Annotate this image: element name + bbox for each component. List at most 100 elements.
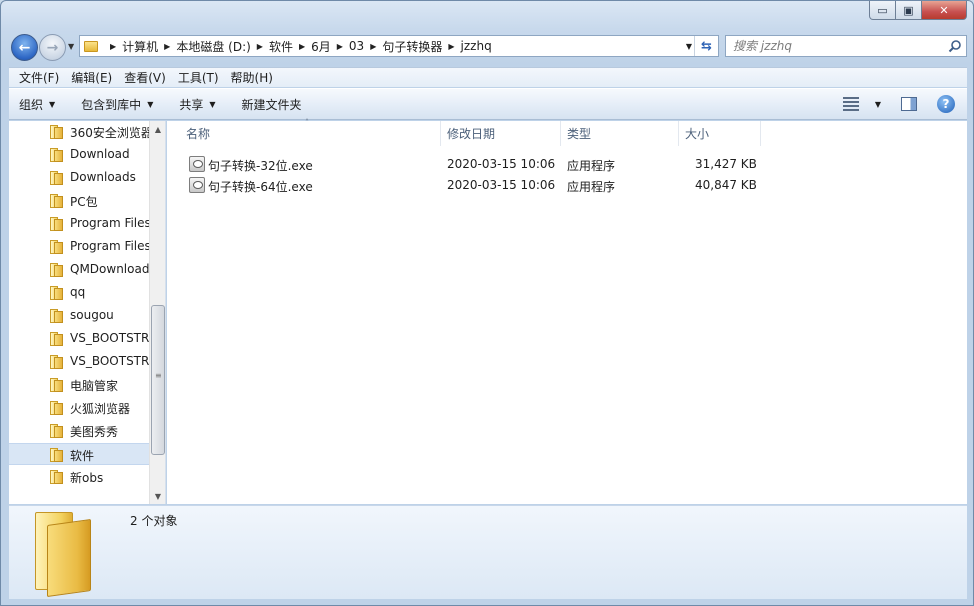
tree-item[interactable]: 新obs (9, 466, 149, 488)
recent-pages-dropdown[interactable]: ▼ (68, 42, 74, 51)
include-in-library-button[interactable]: 包含到库中 ▼ (81, 96, 153, 113)
refresh-icon[interactable]: ⇆ (694, 36, 718, 56)
minimize-button[interactable]: ▭ (869, 1, 896, 20)
folder-icon (50, 148, 63, 162)
tree-item[interactable]: Program Files (9, 213, 149, 235)
breadcrumb-drive-d[interactable]: 本地磁盘 (D:) (176, 38, 250, 55)
menu-tools[interactable]: 工具(T) (172, 69, 225, 86)
chevron-right-icon[interactable]: ▶ (337, 42, 343, 51)
tree-item[interactable]: 美图秀秀 (9, 420, 149, 442)
folder-icon (50, 125, 63, 139)
details-pane: 2 个对象 (9, 505, 967, 599)
explorer-window: ▭ ▣ ✕ ← → ▼ ▶ 计算机 ▶ 本地磁盘 (D:) ▶ 软件 ▶ 6月 … (0, 0, 974, 606)
file-name: 句子转换-64位.exe (208, 180, 313, 194)
file-type: 应用程序 (567, 159, 616, 173)
column-name[interactable]: 名称 ˄ (167, 118, 441, 146)
column-size[interactable]: 大小 (679, 121, 761, 146)
tree-item-label: Download (70, 147, 130, 161)
menu-view[interactable]: 查看(V) (118, 69, 172, 86)
back-button[interactable]: ← (11, 34, 38, 61)
menu-bar: 文件(F) 编辑(E) 查看(V) 工具(T) 帮助(H) (9, 67, 967, 87)
help-icon[interactable]: ? (937, 95, 955, 113)
folder-icon (50, 332, 63, 346)
file-size: 40,847 KB (695, 178, 757, 192)
menu-edit[interactable]: 编辑(E) (65, 69, 118, 86)
maximize-button[interactable]: ▣ (896, 1, 922, 20)
tree-scrollbar[interactable]: ▲ ≡ ▼ (149, 121, 165, 504)
tree-item-selected[interactable]: 软件 (9, 443, 149, 465)
breadcrumb-converter[interactable]: 句子转换器 (382, 38, 442, 55)
sort-ascending-icon: ˄ (305, 118, 309, 127)
file-row[interactable]: 句子转换-64位.exe 2020-03-15 10:06 应用程序 40,84… (185, 175, 785, 196)
scrollbar-thumb[interactable]: ≡ (151, 305, 165, 455)
tree-item[interactable]: VS_BOOTSTRAPPER (9, 328, 149, 350)
file-list: 名称 ˄ 修改日期 类型 大小 句子转换-32位.exe 2020-03-15 … (167, 118, 967, 504)
organize-button[interactable]: 组织 ▼ (19, 96, 55, 113)
menu-help[interactable]: 帮助(H) (225, 69, 279, 86)
title-buttons: ▭ ▣ ✕ (869, 1, 967, 20)
column-modified[interactable]: 修改日期 (441, 121, 561, 146)
breadcrumb-june[interactable]: 6月 (311, 38, 331, 55)
folder-icon (50, 240, 63, 254)
close-button[interactable]: ✕ (922, 1, 967, 20)
new-folder-button[interactable]: 新建文件夹 (242, 96, 302, 113)
breadcrumb-computer[interactable]: 计算机 (122, 38, 158, 55)
search-box[interactable] (725, 35, 967, 57)
navigation-bar: ← → ▼ ▶ 计算机 ▶ 本地磁盘 (D:) ▶ 软件 ▶ 6月 ▶ 03 ▶… (9, 32, 967, 62)
file-row[interactable]: 句子转换-32位.exe 2020-03-15 10:06 应用程序 31,42… (185, 154, 785, 175)
change-view-button[interactable]: ▼ (842, 97, 881, 111)
chevron-right-icon[interactable]: ▶ (110, 42, 116, 51)
tree-item[interactable]: 火狐浏览器 (9, 397, 149, 419)
tree-item-label: 电脑管家 (70, 379, 119, 393)
chevron-right-icon[interactable]: ▶ (448, 42, 454, 51)
column-type[interactable]: 类型 (561, 121, 679, 146)
address-history-dropdown[interactable]: ▼ (686, 42, 692, 51)
chevron-right-icon[interactable]: ▶ (164, 42, 170, 51)
tree-item-label: PC包 (70, 195, 98, 209)
search-icon[interactable] (948, 39, 962, 53)
view-controls: ▼ ? (842, 95, 955, 113)
chevron-right-icon[interactable]: ▶ (370, 42, 376, 51)
tree-item[interactable]: Downloads (9, 167, 149, 189)
forward-button[interactable]: → (39, 34, 66, 61)
chevron-right-icon[interactable]: ▶ (257, 42, 263, 51)
search-input[interactable] (733, 39, 943, 53)
breadcrumb-jzzhq[interactable]: jzzhq (461, 39, 492, 53)
tree-item-label: 美图秀秀 (70, 425, 119, 439)
command-bar: 组织 ▼ 包含到库中 ▼ 共享 ▼ 新建文件夹 ▼ ? (9, 88, 967, 120)
scroll-down-icon[interactable]: ▼ (150, 488, 165, 504)
tree-item-label: 新obs (70, 471, 104, 485)
folder-icon (50, 378, 63, 392)
folder-icon (50, 286, 63, 300)
folder-icon (50, 171, 63, 185)
address-bar[interactable]: ▶ 计算机 ▶ 本地磁盘 (D:) ▶ 软件 ▶ 6月 ▶ 03 ▶ 句子转换器… (79, 35, 719, 57)
chevron-down-icon: ▼ (49, 99, 56, 109)
tree-item[interactable]: VS_BOOTSTRAPPER (9, 351, 149, 373)
tree-item[interactable]: 360安全浏览器 (9, 121, 149, 143)
preview-pane-icon[interactable] (901, 97, 917, 111)
tree-item[interactable]: PC包 (9, 190, 149, 212)
column-headers: 名称 ˄ 修改日期 类型 大小 (167, 118, 761, 146)
share-button[interactable]: 共享 ▼ (179, 96, 215, 113)
tree-item[interactable]: Program Files (9, 236, 149, 258)
folder-icon (50, 194, 63, 208)
tree-item-label: 火狐浏览器 (70, 402, 131, 416)
share-label: 共享 (179, 97, 204, 112)
menu-file[interactable]: 文件(F) (13, 69, 65, 86)
tree-item[interactable]: 电脑管家 (9, 374, 149, 396)
breadcrumb-03[interactable]: 03 (349, 39, 364, 53)
tree-item-label: qq (70, 285, 86, 299)
tree-item[interactable]: QMDownload (9, 259, 149, 281)
tree-item[interactable]: qq (9, 282, 149, 304)
tree-item[interactable]: sougou (9, 305, 149, 327)
chevron-down-icon: ▼ (874, 99, 881, 109)
breadcrumb: ▶ 计算机 ▶ 本地磁盘 (D:) ▶ 软件 ▶ 6月 ▶ 03 ▶ 句子转换器… (104, 38, 492, 55)
file-modified: 2020-03-15 10:06 (447, 157, 556, 171)
folder-icon (50, 424, 63, 438)
breadcrumb-software[interactable]: 软件 (269, 38, 293, 55)
include-in-library-label: 包含到库中 (81, 97, 142, 112)
tree-item[interactable]: Download (9, 144, 149, 166)
chevron-right-icon[interactable]: ▶ (299, 42, 305, 51)
scroll-up-icon[interactable]: ▲ (150, 121, 165, 137)
tree-item-label: 软件 (70, 449, 95, 463)
